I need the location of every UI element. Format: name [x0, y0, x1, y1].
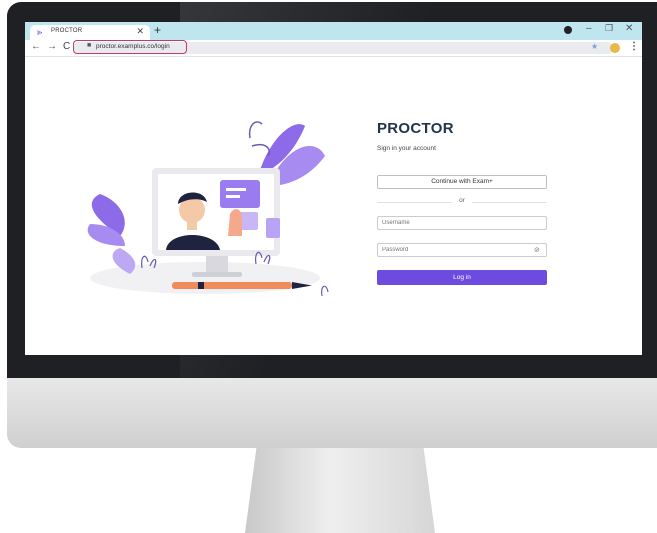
browser-toolbar: ← → C ■ proctor.examplus.co/login ★ ⋮	[25, 40, 642, 57]
sign-in-subtitle: Sign in your account	[377, 145, 436, 152]
illustration-monitor-base	[192, 272, 242, 277]
plant-right	[321, 285, 329, 297]
monitor-screen: ⪢ PROCTOR ✕ + – ❐ ✕ ← → C ■ proctor.exam…	[25, 22, 642, 355]
star-icon[interactable]: ★	[591, 42, 598, 51]
minimize-icon[interactable]: –	[586, 23, 592, 34]
leaf-sprig-top	[248, 121, 270, 157]
divider-line-right	[472, 202, 547, 203]
reload-icon[interactable]: C	[63, 41, 70, 52]
monitor-chin	[7, 378, 657, 448]
floating-card-small	[266, 218, 280, 238]
avatar[interactable]	[610, 43, 620, 53]
proctor-logo-icon: ⪢	[37, 27, 43, 37]
eye-slash-icon[interactable]: ⊘	[534, 246, 540, 254]
password-input[interactable]	[377, 243, 547, 257]
browser-tab-strip: ⪢ PROCTOR ✕ + – ❐ ✕	[25, 22, 642, 40]
floating-card-line-2	[226, 195, 240, 198]
log-in-button[interactable]: Log in	[377, 270, 547, 285]
window-close-icon[interactable]: ✕	[625, 23, 633, 34]
browser-tab[interactable]: ⪢ PROCTOR ✕	[30, 25, 150, 40]
pen-cap-band	[198, 282, 204, 289]
arrow-right-icon[interactable]: →	[47, 41, 57, 52]
login-illustration	[87, 121, 329, 297]
pen-body	[172, 282, 292, 289]
url-text[interactable]: proctor.examplus.co/login	[96, 43, 170, 50]
profile-indicator-icon[interactable]	[564, 26, 572, 34]
arrow-left-icon[interactable]: ←	[31, 41, 41, 52]
floating-card-line-1	[226, 188, 246, 191]
floating-card-large	[220, 180, 260, 208]
app-title: PROCTOR	[377, 120, 454, 137]
new-tab-plus-icon[interactable]: +	[154, 23, 161, 37]
username-input[interactable]	[377, 216, 547, 230]
person-collar	[187, 222, 197, 230]
illustration-monitor-neck	[206, 256, 228, 272]
tab-title: PROCTOR	[51, 28, 83, 34]
continue-with-exam-plus-button[interactable]: Continue with Exam+	[377, 175, 547, 189]
restore-icon[interactable]: ❐	[605, 23, 613, 34]
lock-icon[interactable]: ■	[87, 42, 91, 49]
close-icon[interactable]: ✕	[136, 26, 144, 37]
kebab-menu-icon[interactable]: ⋮	[629, 41, 639, 52]
monitor-stand	[245, 448, 435, 533]
or-divider: or	[377, 197, 547, 207]
